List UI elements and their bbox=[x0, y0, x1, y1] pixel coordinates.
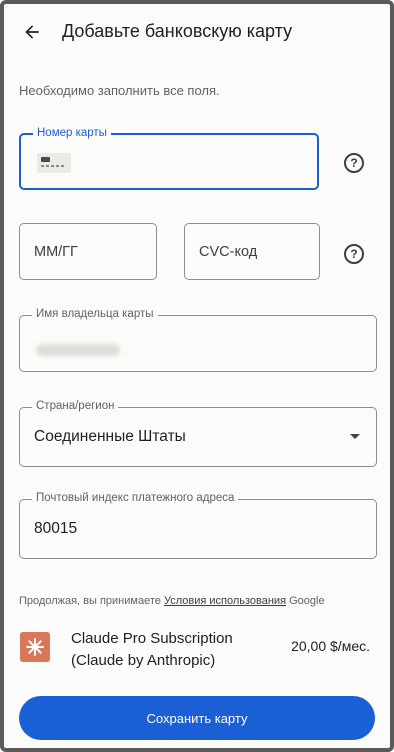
save-card-button[interactable]: Сохранить карту bbox=[19, 696, 375, 740]
card-number-field[interactable]: Номер карты bbox=[19, 127, 319, 190]
cvc-help-icon[interactable]: ? bbox=[344, 244, 364, 264]
cvc-placeholder: CVC-код bbox=[199, 243, 258, 260]
terms-text: Продолжая, вы принимаете Условия использ… bbox=[19, 595, 325, 607]
postal-code-label: Почтовый индекс платежного адреса bbox=[32, 492, 239, 504]
product-name-line1: Claude Pro Subscription bbox=[71, 630, 233, 647]
product-name-line2: (Claude by Anthropic) bbox=[71, 652, 216, 669]
cardholder-name-field[interactable]: Имя владельца карты bbox=[19, 308, 377, 372]
expiry-field[interactable]: ММ/ГГ bbox=[19, 223, 157, 280]
screen: Добавьте банковскую карту Необходимо зап… bbox=[0, 0, 394, 752]
card-icon bbox=[37, 153, 71, 173]
cardholder-name-label: Имя владельца карты bbox=[32, 308, 158, 320]
cardholder-name-redacted bbox=[36, 344, 120, 356]
terms-suffix: Google bbox=[289, 595, 325, 607]
postal-code-value: 80015 bbox=[34, 520, 78, 537]
card-number-label: Номер карты bbox=[33, 127, 111, 139]
terms-link[interactable]: Условия использования bbox=[164, 595, 286, 607]
page-title: Добавьте банковскую карту bbox=[62, 21, 293, 41]
claude-logo-icon bbox=[20, 632, 50, 662]
country-select[interactable]: Страна/регион Соединенные Штаты bbox=[19, 400, 377, 467]
cvc-field[interactable]: CVC-код bbox=[184, 223, 320, 280]
postal-code-field[interactable]: Почтовый индекс платежного адреса 80015 bbox=[19, 492, 377, 559]
dropdown-arrow-icon bbox=[350, 434, 360, 439]
top-app-bar: Добавьте банковскую карту bbox=[4, 4, 390, 60]
country-value: Соединенные Штаты bbox=[34, 428, 186, 445]
product-price: 20,00 $/мес. bbox=[291, 638, 370, 654]
card-number-help-icon[interactable]: ? bbox=[344, 153, 364, 173]
expiry-placeholder: ММ/ГГ bbox=[34, 243, 78, 260]
required-fields-hint: Необходимо заполнить все поля. bbox=[19, 83, 220, 98]
country-label: Страна/регион bbox=[32, 400, 119, 412]
back-button[interactable] bbox=[18, 18, 46, 46]
terms-prefix: Продолжая, вы принимаете bbox=[19, 595, 161, 607]
product-name: Claude Pro Subscription (Claude by Anthr… bbox=[71, 628, 233, 672]
arrow-left-icon bbox=[25, 25, 39, 39]
